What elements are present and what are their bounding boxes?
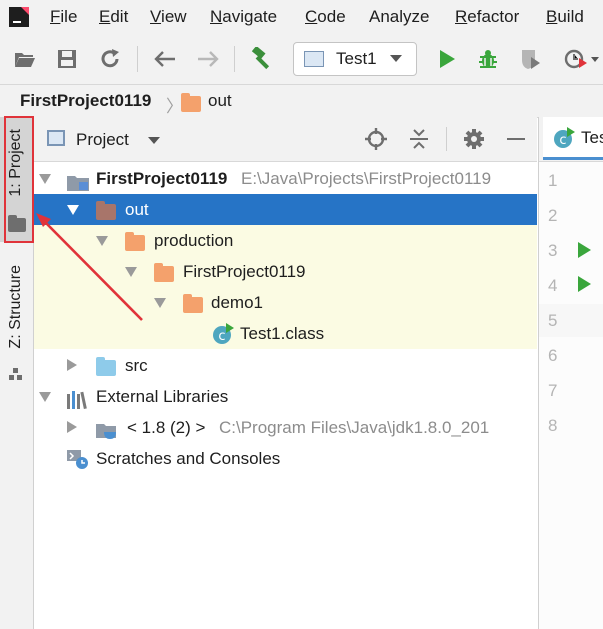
annotation-arrow xyxy=(36,213,143,321)
